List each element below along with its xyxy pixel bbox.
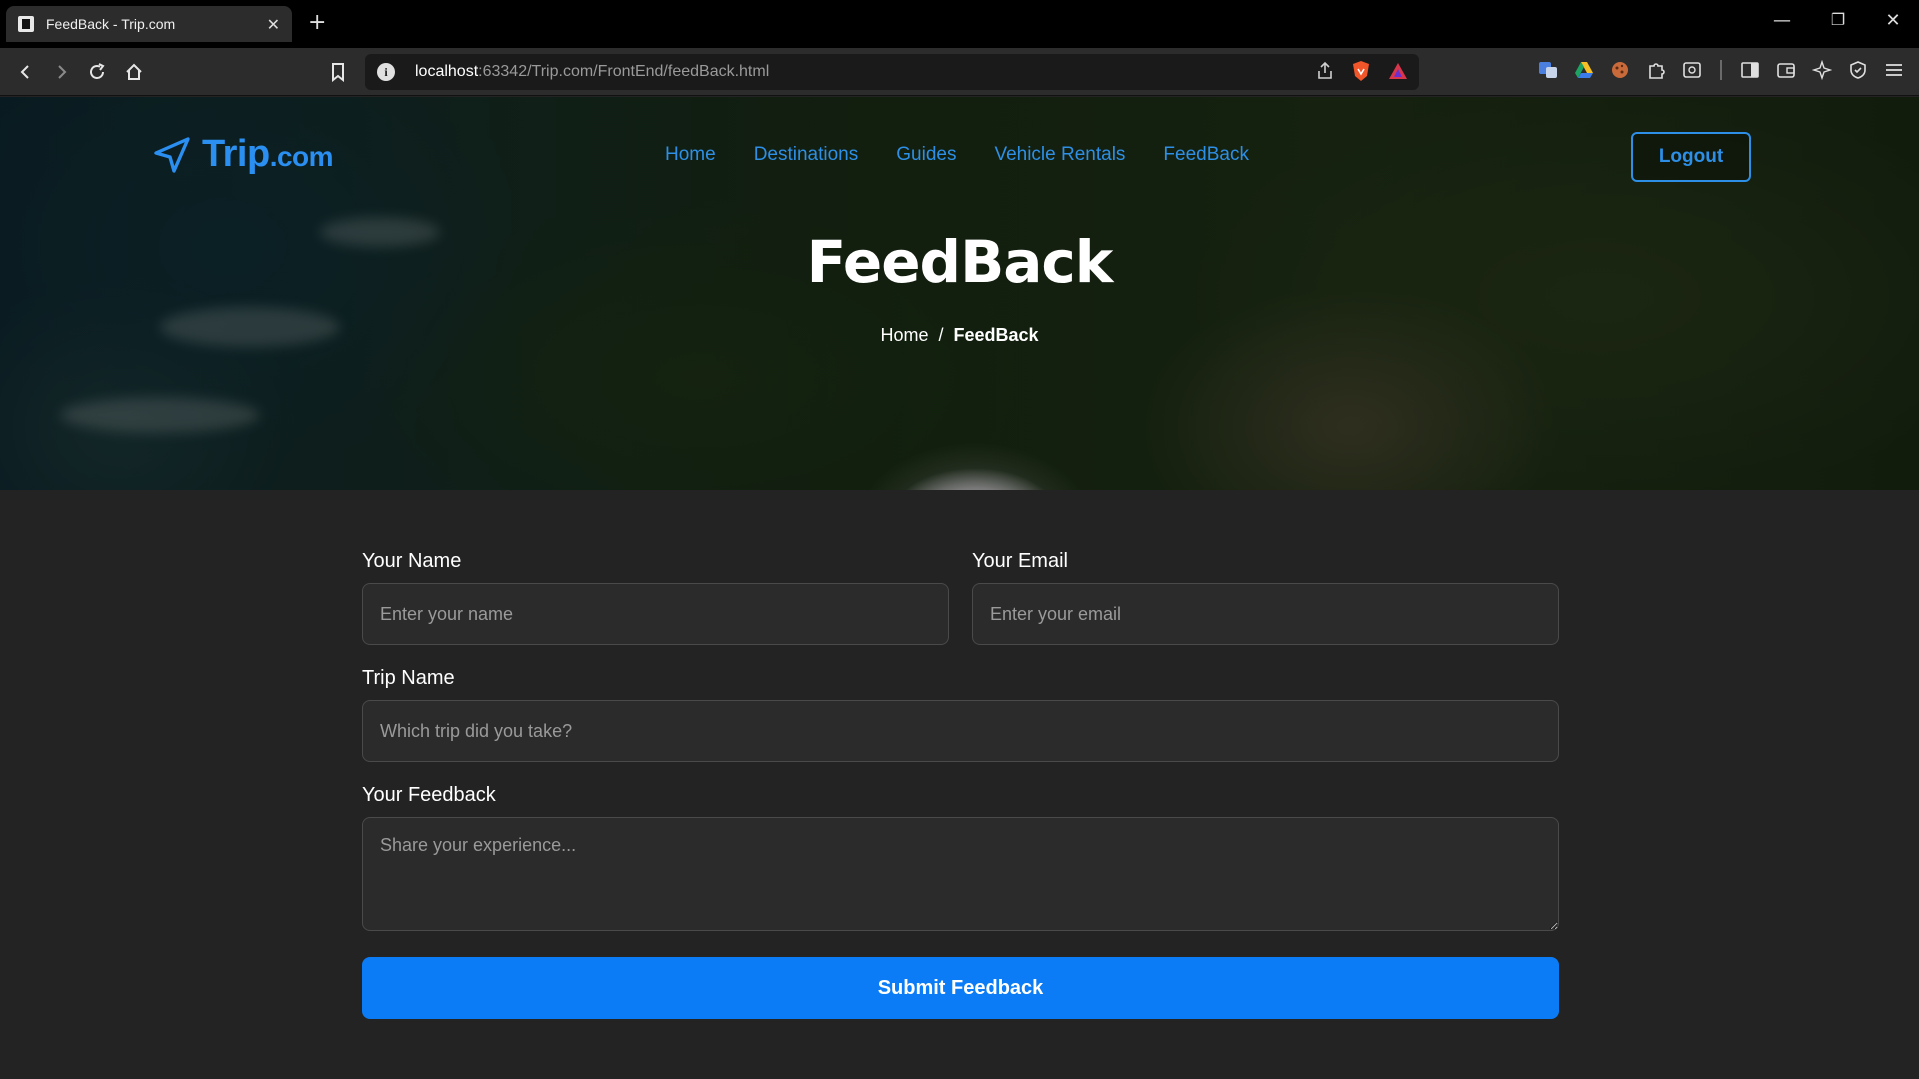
email-input[interactable] [972,583,1559,645]
brave-rewards-icon[interactable] [1387,61,1409,85]
feedback-group: Your Feedback [362,784,1559,935]
address-bar[interactable]: i localhost:63342/Trip.com/FrontEnd/feed… [365,54,1419,90]
forward-icon[interactable] [47,58,75,86]
name-label: Your Name [362,550,462,572]
extensions-area [1536,58,1906,82]
breadcrumb-home[interactable]: Home [880,325,928,345]
site-favicon-icon [18,16,34,32]
email-group: Your Email [972,550,1559,645]
site-info-icon[interactable]: i [377,63,395,81]
translate-icon[interactable] [1536,58,1560,82]
close-tab-icon[interactable]: ✕ [267,15,280,34]
logo-main: Trip [202,133,270,175]
url-host: localhost [415,63,479,80]
google-drive-icon[interactable] [1572,58,1596,82]
breadcrumb-current: FeedBack [953,325,1039,345]
extensions-puzzle-icon[interactable] [1644,58,1668,82]
feedback-label: Your Feedback [362,784,496,806]
nav-feedback[interactable]: FeedBack [1163,144,1249,166]
breadcrumb-separator: / [938,325,944,345]
trip-group: Trip Name [362,667,1559,762]
logo-suffix: .com [269,141,334,172]
email-label: Your Email [972,550,1068,572]
vpn-shield-icon[interactable] [1846,58,1870,82]
browser-tab[interactable]: FeedBack - Trip.com ✕ [6,6,292,42]
restore-button[interactable]: ❐ [1823,10,1853,29]
menu-icon[interactable] [1882,58,1906,82]
paper-plane-icon [154,136,190,173]
page-title: FeedBack [806,228,1114,296]
logout-button[interactable]: Logout [1631,132,1751,182]
site-logo[interactable]: Trip.com [152,133,334,176]
nav-destinations[interactable]: Destinations [754,144,859,166]
wallet-icon[interactable] [1774,58,1798,82]
trip-label: Trip Name [362,667,455,689]
reload-icon[interactable] [83,58,111,86]
url-path: :63342/Trip.com/FrontEnd/feedBack.html [478,63,770,80]
share-icon[interactable] [1315,61,1335,85]
minimize-button[interactable]: — [1767,10,1797,31]
feedback-textarea[interactable] [362,817,1559,931]
new-tab-button[interactable]: + [308,10,326,35]
browser-toolbar: i localhost:63342/Trip.com/FrontEnd/feed… [0,48,1919,96]
url-text: localhost:63342/Trip.com/FrontEnd/feedBa… [415,63,769,81]
bookmark-icon[interactable] [324,58,352,86]
contact-row: Your Name Your Email [362,550,1559,645]
cookie-icon[interactable] [1608,58,1632,82]
logo-text: Trip.com [202,133,334,176]
hero-banner: Trip.com Home Destinations Guides Vehicl… [0,97,1919,490]
nav-vehicle-rentals[interactable]: Vehicle Rentals [994,144,1125,166]
breadcrumb: Home / FeedBack [0,325,1919,346]
leo-ai-icon[interactable] [1810,58,1834,82]
tab-title: FeedBack - Trip.com [46,16,176,32]
nav-guides[interactable]: Guides [896,144,956,166]
brave-shield-icon[interactable] [1351,60,1371,86]
feedback-form: Your Name Your Email Trip Name Your Feed… [362,550,1559,1019]
close-window-button[interactable]: ✕ [1878,10,1908,31]
name-input[interactable] [362,583,949,645]
home-icon[interactable] [120,58,148,86]
name-group: Your Name [362,550,949,645]
sidebar-icon[interactable] [1738,58,1762,82]
toolbar-divider [1716,58,1726,82]
submit-feedback-button[interactable]: Submit Feedback [362,957,1559,1019]
back-icon[interactable] [12,58,40,86]
nav-home[interactable]: Home [665,144,716,166]
browser-tab-bar: FeedBack - Trip.com ✕ + — ❐ ✕ [0,0,1919,48]
site-nav: Home Destinations Guides Vehicle Rentals… [665,144,1249,166]
tab-search-icon[interactable] [1680,58,1704,82]
trip-input[interactable] [362,700,1559,762]
